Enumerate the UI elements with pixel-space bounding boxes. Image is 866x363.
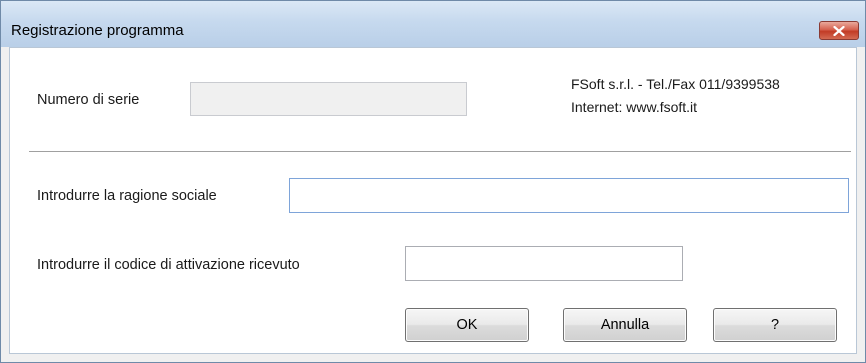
help-button[interactable]: ? bbox=[713, 308, 837, 342]
registration-dialog: Registrazione programma Numero di serie … bbox=[0, 0, 866, 363]
business-name-input[interactable] bbox=[289, 178, 849, 213]
ok-button[interactable]: OK bbox=[405, 308, 529, 342]
cancel-button[interactable]: Annulla bbox=[563, 308, 687, 342]
company-website-text: Internet: www.fsoft.it bbox=[571, 99, 698, 115]
close-button[interactable] bbox=[819, 21, 859, 40]
business-name-label: Introdurre la ragione sociale bbox=[37, 188, 217, 204]
title-bar[interactable]: Registrazione programma bbox=[1, 1, 865, 47]
company-contact-text: FSoft s.r.l. - Tel./Fax 011/9399538 bbox=[571, 76, 780, 92]
section-divider bbox=[29, 151, 851, 153]
activation-code-input[interactable] bbox=[405, 246, 683, 281]
serial-number-field bbox=[190, 82, 467, 116]
window-title: Registrazione programma bbox=[11, 22, 184, 39]
activation-code-label: Introdurre il codice di attivazione rice… bbox=[37, 257, 300, 273]
serial-number-label: Numero di serie bbox=[37, 92, 140, 108]
close-icon bbox=[833, 25, 845, 36]
dialog-body: Numero di serie FSoft s.r.l. - Tel./Fax … bbox=[9, 47, 857, 354]
